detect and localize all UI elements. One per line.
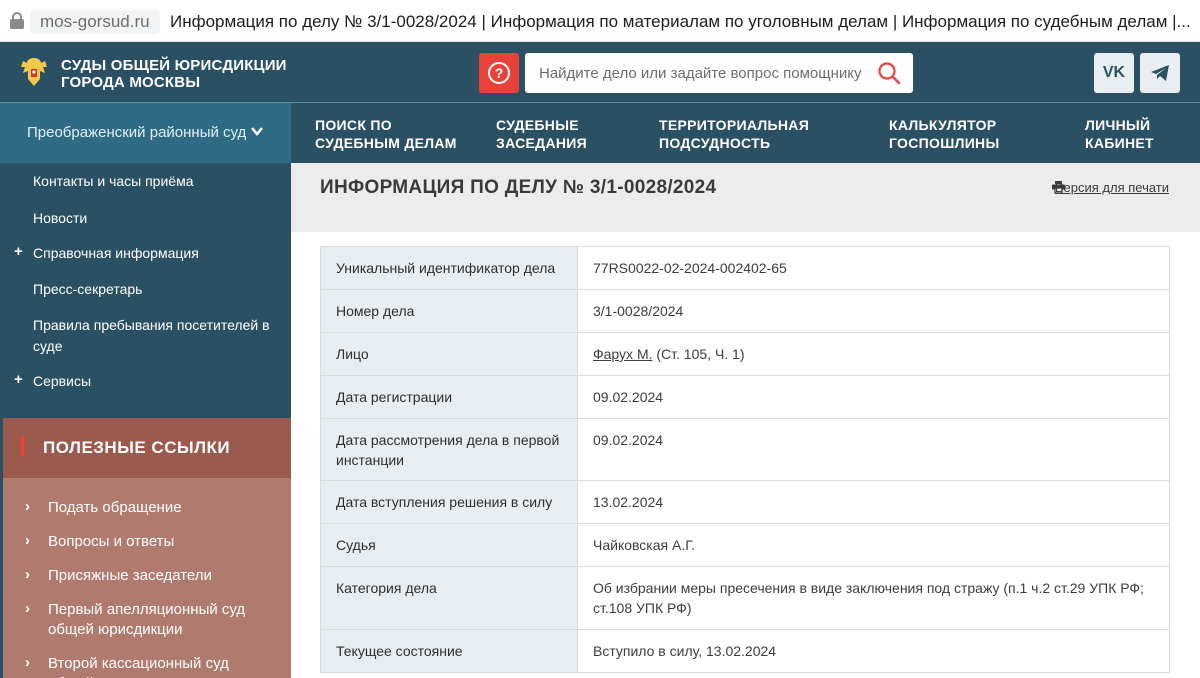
row-value: 77RS0022-02-2024-002402-65	[577, 246, 1170, 290]
row-label: Текущее состояние	[320, 629, 578, 673]
help-button[interactable]: ?	[479, 53, 519, 93]
sidebar: Преображенский районный суд Контакты и ч…	[0, 102, 291, 678]
nav-label: ТЕРРИТОРИАЛЬНАЯ	[659, 117, 810, 133]
table-row: Категория дела Об избрании меры пресечен…	[320, 566, 1170, 630]
nav-case-search[interactable]: ПОИСК ПО СУДЕБНЫМ ДЕЛАМ	[315, 116, 457, 152]
row-label: Лицо	[320, 332, 578, 376]
url-domain[interactable]: mos-gorsud.ru	[30, 10, 160, 34]
nav-label: СУДЕБНЫЕ	[496, 117, 579, 133]
person-link[interactable]: Фарух М.	[593, 346, 653, 362]
row-label: Дата регистрации	[320, 375, 578, 419]
row-value: Фарух М. (Ст. 105, Ч. 1)	[577, 332, 1170, 376]
nav-label: СУДЕБНЫМ ДЕЛАМ	[315, 135, 457, 151]
site-title-line1: СУДЫ ОБЩЕЙ ЮРИСДИКЦИИ	[61, 57, 287, 74]
row-label: Категория дела	[320, 566, 578, 630]
link-jurors[interactable]: Присяжные заседатели	[48, 566, 278, 586]
chevron-right-icon: ›	[25, 532, 30, 549]
link-second-cassation-court[interactable]: Второй кассационный суд общей	[48, 654, 278, 678]
search-input[interactable]	[525, 53, 865, 93]
nav-fee-calculator[interactable]: КАЛЬКУЛЯТОР ГОСПОШЛИНЫ	[889, 116, 999, 152]
row-value: 3/1-0028/2024	[577, 289, 1170, 333]
row-value: 09.02.2024	[577, 418, 1170, 481]
site-title[interactable]: СУДЫ ОБЩЕЙ ЮРИСДИКЦИИ ГОРОДА МОСКВЫ	[61, 57, 287, 91]
nav-label: ПОДСУДНОСТЬ	[659, 135, 771, 151]
plus-icon[interactable]: +	[14, 371, 23, 388]
link-first-appeal-court[interactable]: Первый апелляционный суд общей юрисдикци…	[48, 600, 278, 640]
case-heading-bar: ИНФОРМАЦИЯ ПО ДЕЛУ № 3/1-0028/2024 Верси…	[291, 163, 1200, 232]
nav-jurisdiction[interactable]: ТЕРРИТОРИАЛЬНАЯ ПОДСУДНОСТЬ	[659, 116, 809, 152]
sidebar-item-reference[interactable]: Справочная информация	[33, 243, 278, 264]
court-selector[interactable]: Преображенский районный суд	[0, 102, 291, 163]
nav-label: ЗАСЕДАНИЯ	[496, 135, 587, 151]
link-submit-appeal[interactable]: Подать обращение	[48, 498, 278, 518]
row-label: Дата вступления решения в силу	[320, 480, 578, 524]
nav-label: КАЛЬКУЛЯТОР	[889, 117, 997, 133]
telegram-icon	[1151, 65, 1169, 81]
browser-address-bar: mos-gorsud.ru Информация по делу № 3/1-0…	[0, 0, 1200, 42]
sidebar-item-news[interactable]: Новости	[33, 208, 278, 229]
nav-court-hearings[interactable]: СУДЕБНЫЕ ЗАСЕДАНИЯ	[496, 116, 587, 152]
chevron-right-icon: ›	[25, 566, 30, 583]
nav-personal-account[interactable]: ЛИЧНЫЙ КАБИНЕТ	[1085, 116, 1154, 152]
sidebar-item-press[interactable]: Пресс-секретарь	[33, 279, 278, 300]
vk-button[interactable]: VK	[1094, 53, 1134, 93]
row-label: Уникальный идентификатор дела	[320, 246, 578, 290]
search-box[interactable]	[525, 53, 913, 93]
question-icon: ?	[488, 62, 510, 84]
row-value: Чайковская А.Г.	[577, 523, 1170, 567]
main-navigation: ПОИСК ПО СУДЕБНЫМ ДЕЛАМ СУДЕБНЫЕ ЗАСЕДАН…	[291, 102, 1200, 163]
table-row: Уникальный идентификатор дела 77RS0022-0…	[320, 246, 1170, 290]
useful-links-title: ПОЛЕЗНЫЕ ССЫЛКИ	[43, 438, 231, 457]
table-row: Дата вступления решения в силу 13.02.202…	[320, 480, 1170, 524]
table-row: Лицо Фарух М. (Ст. 105, Ч. 1)	[320, 332, 1170, 376]
table-row: Текущее состояние Вступило в силу, 13.02…	[320, 629, 1170, 673]
sidebar-item-visitor-rules[interactable]: Правила пребывания посетителей в суде	[33, 315, 278, 357]
row-value: Об избрании меры пресечения в виде заклю…	[577, 566, 1170, 630]
court-name: Преображенский районный суд	[27, 124, 247, 141]
table-row: Номер дела 3/1-0028/2024	[320, 289, 1170, 333]
nav-label: КАБИНЕТ	[1085, 135, 1154, 151]
plus-icon[interactable]: +	[14, 243, 23, 260]
telegram-button[interactable]	[1140, 53, 1180, 93]
page-tab-title: Информация по делу № 3/1-0028/2024 | Инф…	[170, 12, 1191, 31]
row-label: Дата рассмотрения дела в первой инстанци…	[320, 418, 578, 481]
article-text: (Ст. 105, Ч. 1)	[656, 346, 745, 362]
site-title-line2: ГОРОДА МОСКВЫ	[61, 74, 201, 91]
nav-label: ЛИЧНЫЙ	[1085, 117, 1151, 133]
lock-icon	[10, 12, 24, 29]
row-value: 13.02.2024	[577, 480, 1170, 524]
nav-label: ГОСПОШЛИНЫ	[889, 135, 1000, 151]
search-icon[interactable]	[877, 61, 901, 85]
sidebar-item-contacts[interactable]: Контакты и часы приёма	[33, 171, 278, 192]
nav-label: ПОИСК ПО	[315, 117, 392, 133]
page-title: ИНФОРМАЦИЯ ПО ДЕЛУ № 3/1-0028/2024	[320, 177, 717, 198]
chevron-right-icon: ›	[25, 498, 30, 515]
row-value: Вступило в силу, 13.02.2024	[577, 629, 1170, 673]
coat-of-arms-icon[interactable]	[18, 55, 50, 89]
table-row: Дата рассмотрения дела в первой инстанци…	[320, 418, 1170, 481]
table-row: Дата регистрации 09.02.2024	[320, 375, 1170, 419]
sidebar-item-services[interactable]: Сервисы	[33, 371, 278, 392]
row-label: Судья	[320, 523, 578, 567]
accent-bar	[21, 436, 24, 456]
table-row: Судья Чайковская А.Г.	[320, 523, 1170, 567]
chevron-down-icon	[251, 127, 263, 136]
print-version-link[interactable]: Версия для печати	[1055, 180, 1169, 195]
row-value: 09.02.2024	[577, 375, 1170, 419]
case-info-table: Уникальный идентификатор дела 77RS0022-0…	[320, 246, 1170, 673]
chevron-right-icon: ›	[25, 600, 30, 617]
row-label: Номер дела	[320, 289, 578, 333]
useful-links-header: ПОЛЕЗНЫЕ ССЫЛКИ	[3, 418, 291, 478]
useful-links-panel: ПОЛЕЗНЫЕ ССЫЛКИ › Подать обращение › Воп…	[3, 418, 291, 678]
vk-icon: VK	[1102, 64, 1126, 81]
chevron-right-icon: ›	[25, 654, 30, 671]
site-header: СУДЫ ОБЩЕЙ ЮРИСДИКЦИИ ГОРОДА МОСКВЫ ? VK	[0, 42, 1200, 102]
link-faq[interactable]: Вопросы и ответы	[48, 532, 278, 552]
